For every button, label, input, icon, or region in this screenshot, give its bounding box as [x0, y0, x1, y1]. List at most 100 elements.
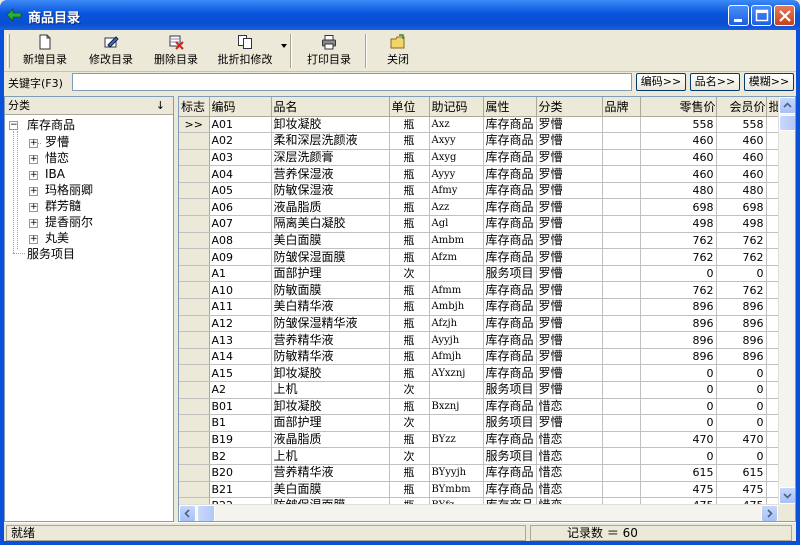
row-flag[interactable] — [179, 132, 210, 150]
horizontal-scrollbar[interactable] — [179, 504, 778, 521]
column-header[interactable]: 助记码 — [429, 97, 484, 117]
table-row[interactable]: A14 防敏精华液瓶 Afmjh 库存商品 罗懵 896 896 — [179, 348, 782, 366]
table-row[interactable]: A03 深层洗颜膏瓶 Axyg 库存商品 罗懵 460 460 — [179, 149, 782, 167]
column-header[interactable]: 标志 — [179, 97, 210, 117]
tree-expand-icon[interactable]: + — [29, 187, 38, 196]
table-row[interactable]: A07 隔离美白凝胶瓶 Agl 库存商品 罗懵 498 498 — [179, 215, 782, 233]
row-flag[interactable] — [179, 348, 210, 366]
row-flag[interactable] — [179, 331, 210, 349]
scroll-right-button[interactable] — [761, 505, 778, 521]
tree-node-category[interactable]: 提香丽尔 — [45, 215, 93, 229]
column-header[interactable]: 分类 — [536, 97, 603, 117]
row-flag[interactable] — [179, 398, 210, 416]
row-flag[interactable] — [179, 364, 210, 382]
column-header[interactable]: 属性 — [483, 97, 537, 117]
table-row[interactable]: A06 液晶脂质瓶 Azz 库存商品 罗懵 698 698 — [179, 198, 782, 217]
mnemonic-cell: Ayyy — [429, 165, 484, 183]
table-row[interactable]: >> A01 卸妆凝胶瓶 Axz 库存商品 罗懵 558 558 — [179, 116, 782, 134]
row-flag[interactable] — [179, 165, 210, 183]
tree-node-category[interactable]: 惜恋 — [45, 151, 69, 165]
table-row[interactable]: B2 上机次 服务项目 惜恋 0 0 — [179, 447, 782, 465]
scroll-up-button[interactable] — [779, 97, 795, 114]
column-header[interactable]: 品名 — [271, 97, 390, 117]
close-button[interactable]: 关闭 — [374, 32, 422, 70]
table-row[interactable]: B20 营养精华液瓶 BYyyjh 库存商品 惜恋 615 615 — [179, 464, 782, 482]
vertical-scrollbar[interactable] — [778, 97, 795, 504]
scroll-left-button[interactable] — [179, 505, 196, 521]
tree-node-category[interactable]: 玛格丽卿 — [45, 183, 93, 197]
column-header[interactable]: 编码 — [209, 97, 272, 117]
table-row[interactable]: A08 美白面膜瓶 Ambm 库存商品 罗懵 762 762 — [179, 232, 782, 250]
column-header[interactable]: 会员价 — [716, 97, 767, 117]
row-flag[interactable] — [179, 481, 210, 499]
search-by-code-button[interactable]: 编码>> — [636, 73, 686, 91]
row-flag[interactable] — [179, 464, 210, 482]
tree-expand-icon[interactable]: + — [29, 139, 38, 148]
tree-node-service[interactable]: 服务项目 — [27, 247, 75, 261]
discount-edit-button[interactable]: 批折扣修改 — [209, 32, 281, 70]
delete-catalog-button[interactable]: 删除目录 — [147, 32, 205, 70]
table-row[interactable]: A1 面部护理次 服务项目 罗懵 0 0 — [179, 265, 782, 283]
row-flag[interactable] — [179, 215, 210, 233]
tree-collapse-icon[interactable]: − — [9, 121, 18, 130]
row-flag[interactable] — [179, 149, 210, 167]
table-row[interactable]: A09 防皱保湿面膜瓶 Afzm 库存商品 罗懵 762 762 — [179, 248, 782, 266]
tree-node-category[interactable]: 罗懵 — [45, 135, 69, 149]
row-flag[interactable] — [179, 431, 210, 449]
minimize-button[interactable] — [728, 5, 749, 26]
table-row[interactable]: A2 上机次 服务项目 罗懵 0 0 — [179, 381, 782, 399]
table-row[interactable]: A04 营养保湿液瓶 Ayyy 库存商品 罗懵 460 460 — [179, 165, 782, 183]
row-flag[interactable] — [179, 232, 210, 250]
row-flag[interactable] — [179, 248, 210, 266]
keyword-input[interactable] — [72, 73, 632, 91]
column-header[interactable]: 零售价 — [640, 97, 717, 117]
vertical-scroll-thumb[interactable] — [779, 115, 795, 131]
print-catalog-button[interactable]: 打印目录 — [300, 32, 358, 70]
row-flag[interactable] — [179, 298, 210, 316]
tree-node-category[interactable]: 丸美 — [45, 231, 69, 245]
dropdown-arrow-icon[interactable] — [281, 44, 287, 48]
close-window-button[interactable] — [774, 5, 795, 26]
fuzzy-search-button[interactable]: 模糊>> — [744, 73, 794, 91]
table-row[interactable]: B21 美白面膜瓶 BYmbm 库存商品 惜恋 475 475 — [179, 481, 782, 499]
table-row[interactable]: B01 卸妆凝胶瓶 Bxznj 库存商品 惜恋 0 0 — [179, 398, 782, 416]
maximize-button[interactable] — [751, 5, 772, 26]
search-by-name-button[interactable]: 品名>> — [690, 73, 740, 91]
row-flag[interactable] — [179, 198, 210, 217]
tree-expand-icon[interactable]: + — [29, 155, 38, 164]
row-flag[interactable] — [179, 381, 210, 399]
tree-node-inventory[interactable]: 库存商品 — [27, 118, 75, 132]
horizontal-scroll-thumb[interactable] — [197, 505, 215, 521]
table-row[interactable]: B1 面部护理次 服务项目 罗懵 0 0 — [179, 414, 782, 432]
scroll-down-button[interactable] — [779, 487, 795, 504]
column-header[interactable]: 品牌 — [602, 97, 641, 117]
row-flag[interactable] — [179, 265, 210, 283]
category-tree-header[interactable]: 分类 ↓ — [5, 97, 173, 115]
table-row[interactable]: A02 柔和深层洗颜液瓶 Axyy 库存商品 罗懵 460 460 — [179, 132, 782, 150]
tree-expand-icon[interactable]: + — [29, 203, 38, 212]
table-row[interactable]: A13 营养精华液瓶 Ayyjh 库存商品 罗懵 896 896 — [179, 331, 782, 349]
table-row[interactable]: A10 防敏面膜瓶 Afmm 库存商品 罗懵 762 762 — [179, 281, 782, 300]
table-row[interactable]: A05 防敏保湿液瓶 Afmy 库存商品 罗懵 480 480 — [179, 182, 782, 200]
column-header[interactable]: 单位 — [389, 97, 430, 117]
sort-arrow-icon[interactable]: ↓ — [156, 97, 165, 114]
row-flag[interactable] — [179, 414, 210, 432]
tree-expand-icon[interactable]: + — [29, 235, 38, 244]
row-flag[interactable] — [179, 447, 210, 465]
edit-catalog-button[interactable]: 修改目录 — [82, 32, 140, 70]
tree-node-category[interactable]: IBA — [45, 167, 65, 181]
table-row[interactable]: B19 液晶脂质瓶 BYzz 库存商品 惜恋 470 470 — [179, 431, 782, 449]
row-flag[interactable] — [179, 315, 210, 333]
row-flag[interactable] — [179, 182, 210, 200]
tree-expand-icon[interactable]: + — [29, 171, 38, 180]
tree-expand-icon[interactable]: + — [29, 219, 38, 228]
tree-node-category[interactable]: 群芳髓 — [45, 199, 81, 213]
new-catalog-button[interactable]: 新增目录 — [16, 32, 74, 70]
row-flag[interactable] — [179, 281, 210, 300]
code-cell: B19 — [209, 431, 272, 449]
toolbar-grip[interactable] — [7, 34, 10, 68]
table-row[interactable]: A15 卸妆凝胶瓶 AYxznj 库存商品 罗懵 0 0 — [179, 364, 782, 382]
table-row[interactable]: A11 美白精华液瓶 Ambjh 库存商品 罗懵 896 896 — [179, 298, 782, 316]
table-row[interactable]: A12 防皱保湿精华液瓶 Afzjh 库存商品 罗懵 896 896 — [179, 315, 782, 333]
row-flag[interactable]: >> — [179, 116, 210, 134]
